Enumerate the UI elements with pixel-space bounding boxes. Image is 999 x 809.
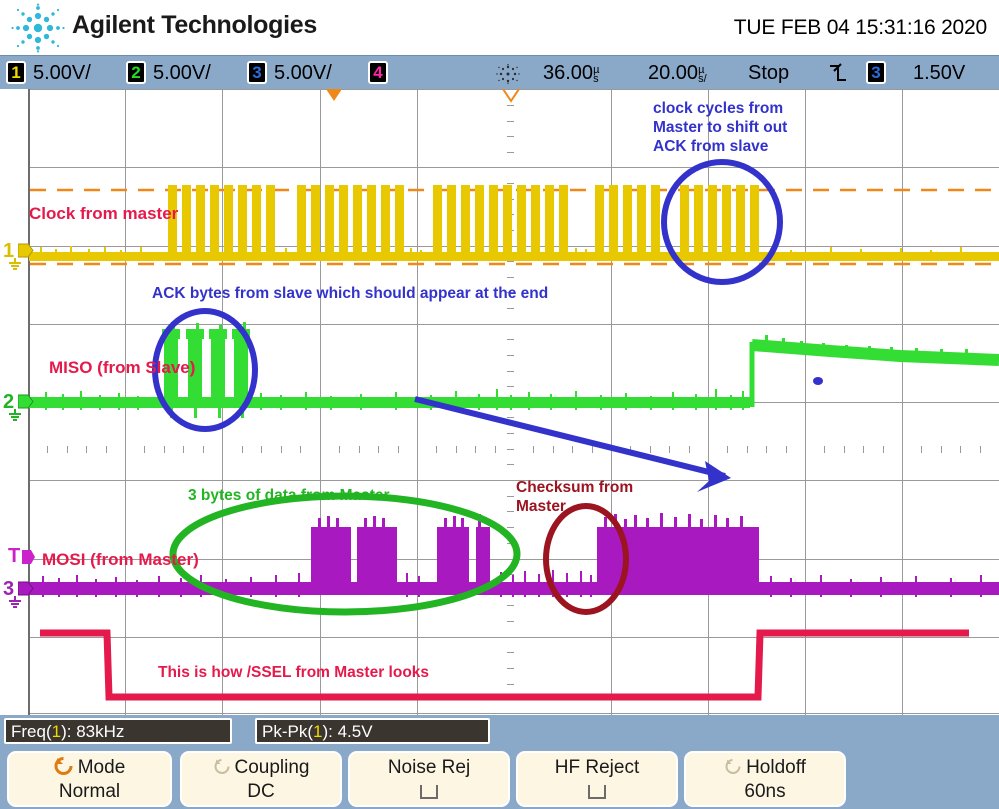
softkey-mode[interactable]: Mode Normal: [7, 751, 172, 807]
pkpk-value: 4.5V: [338, 722, 373, 741]
channel-4-number: 4: [373, 63, 382, 82]
softkey-hf-reject-line1: HF Reject: [518, 757, 676, 779]
bottom-control-bar: Freq(1): 83kHz Pk-Pk(1): 4.5V Mode Norma…: [0, 715, 999, 809]
mosi-signal-label: MOSI (from Master): [42, 550, 199, 571]
rotary-knob-orange-icon: [54, 757, 74, 775]
rotary-knob-icon: [724, 758, 742, 775]
checksum-annotation: Checksum from Master: [516, 479, 633, 517]
datetime-readout: TUE FEB 04 15:31:16 2020: [734, 16, 987, 40]
channel-3-badge[interactable]: 3: [247, 61, 267, 84]
channel-1-number: 1: [11, 63, 20, 82]
channel-4-badge[interactable]: 4: [368, 61, 388, 84]
softkey-coupling-line2: DC: [182, 781, 340, 803]
stray-cursor-dot: [813, 377, 823, 385]
measurement-freq[interactable]: Freq(1): 83kHz: [4, 718, 232, 744]
ack-bytes-annotation: ACK bytes from slave which should appear…: [152, 285, 548, 304]
softkey-mode-line2: Normal: [9, 781, 170, 803]
trigger-marker-label: T: [8, 545, 20, 567]
settings-infobar: 1 5.00V/ 2 5.00V/ 3 5.00V/ 4 36.00µs 20.…: [0, 55, 999, 90]
data-bytes-annotation: 3 bytes of data from Master: [188, 487, 390, 506]
channel-3-number: 3: [252, 63, 261, 82]
softkey-mode-line1: Mode: [78, 757, 126, 778]
channel-2-number: 2: [131, 63, 140, 82]
channel-1-badge[interactable]: 1: [6, 61, 26, 84]
channel-1-ground-arrow-icon: [18, 242, 34, 259]
channel-2-ground-symbol-icon: [7, 409, 23, 421]
freq-value: 83kHz: [76, 722, 124, 741]
rotary-knob-icon: [213, 758, 231, 775]
ack-arrow-head-markup: [697, 461, 731, 492]
trigger-marker-arrow-icon: [22, 549, 36, 565]
softkey-holdoff-line2: 60ns: [686, 781, 844, 803]
channel-3-ground-arrow-icon: [18, 580, 34, 597]
trigger-edge-rising-icon: [828, 62, 848, 84]
run-state-readout[interactable]: Stop: [748, 62, 789, 85]
ack-arrow-shaft-markup: [415, 399, 725, 476]
freq-label-post: ):: [61, 722, 76, 741]
burst-starburst-icon: [494, 64, 522, 84]
channel-1-scale[interactable]: 5.00V/: [33, 62, 91, 85]
miso-signal-label: MISO (from Slave): [49, 358, 195, 379]
noise-rej-checkbox[interactable]: [420, 785, 438, 799]
hf-reject-checkbox[interactable]: [588, 785, 606, 799]
timebase-value: 20.00: [648, 62, 698, 84]
timebase-readout[interactable]: 20.00µs/: [648, 62, 707, 85]
freq-label-pre: Freq(: [11, 722, 52, 741]
softkey-holdoff-line1: Holdoff: [746, 757, 806, 778]
softkey-coupling[interactable]: Coupling DC: [180, 751, 342, 807]
waveform-graticule[interactable]: 1 2 T 3 Clock from master MISO (from: [0, 89, 999, 715]
measurement-pkpk[interactable]: Pk-Pk(1): 4.5V: [255, 718, 490, 744]
brand-name: Agilent Technologies: [72, 11, 317, 40]
timebase-unit-bottom: s/: [698, 75, 707, 84]
softkey-hf-reject[interactable]: HF Reject: [516, 751, 678, 807]
channel-3-scale[interactable]: 5.00V/: [274, 62, 332, 85]
clock-signal-label: Clock from master: [29, 204, 178, 225]
ssel-annotation: This is how /SSEL from Master looks: [158, 664, 429, 683]
channel-2-ground-arrow-icon: [18, 393, 34, 410]
channel-1-ground-symbol-icon: [7, 258, 23, 270]
agilent-starburst-logo: [10, 3, 66, 53]
trigger-level-readout[interactable]: 1.50V: [913, 62, 965, 85]
delay-unit-bottom: s: [593, 75, 599, 84]
trigger-source-badge[interactable]: 3: [866, 61, 886, 84]
softkey-coupling-line1: Coupling: [235, 757, 310, 778]
channel-1-ground-marker[interactable]: 1: [3, 241, 14, 261]
trigger-source-number: 3: [871, 63, 880, 82]
softkey-noise-rej-line1: Noise Rej: [350, 757, 508, 779]
channel-2-badge[interactable]: 2: [126, 61, 146, 84]
channel-3-ground-marker[interactable]: 3: [3, 579, 14, 599]
delay-value: 36.00: [543, 62, 593, 84]
freq-channel: 1: [52, 722, 61, 741]
channel-3-ground-symbol-icon: [7, 596, 23, 608]
channel-2-scale[interactable]: 5.00V/: [153, 62, 211, 85]
delay-readout[interactable]: 36.00µs: [543, 62, 599, 85]
waveform-traces: [0, 89, 999, 715]
clock-cycles-annotation: clock cycles from Master to shift out AC…: [653, 100, 787, 157]
pkpk-label-pre: Pk-Pk(: [262, 722, 313, 741]
pkpk-label-post: ):: [322, 722, 337, 741]
trigger-level-marker[interactable]: T: [8, 546, 20, 566]
channel-2-ground-marker[interactable]: 2: [3, 392, 14, 412]
brand-header: Agilent Technologies TUE FEB 04 15:31:16…: [0, 0, 999, 55]
softkey-noise-rej[interactable]: Noise Rej: [348, 751, 510, 807]
softkey-holdoff[interactable]: Holdoff 60ns: [684, 751, 846, 807]
